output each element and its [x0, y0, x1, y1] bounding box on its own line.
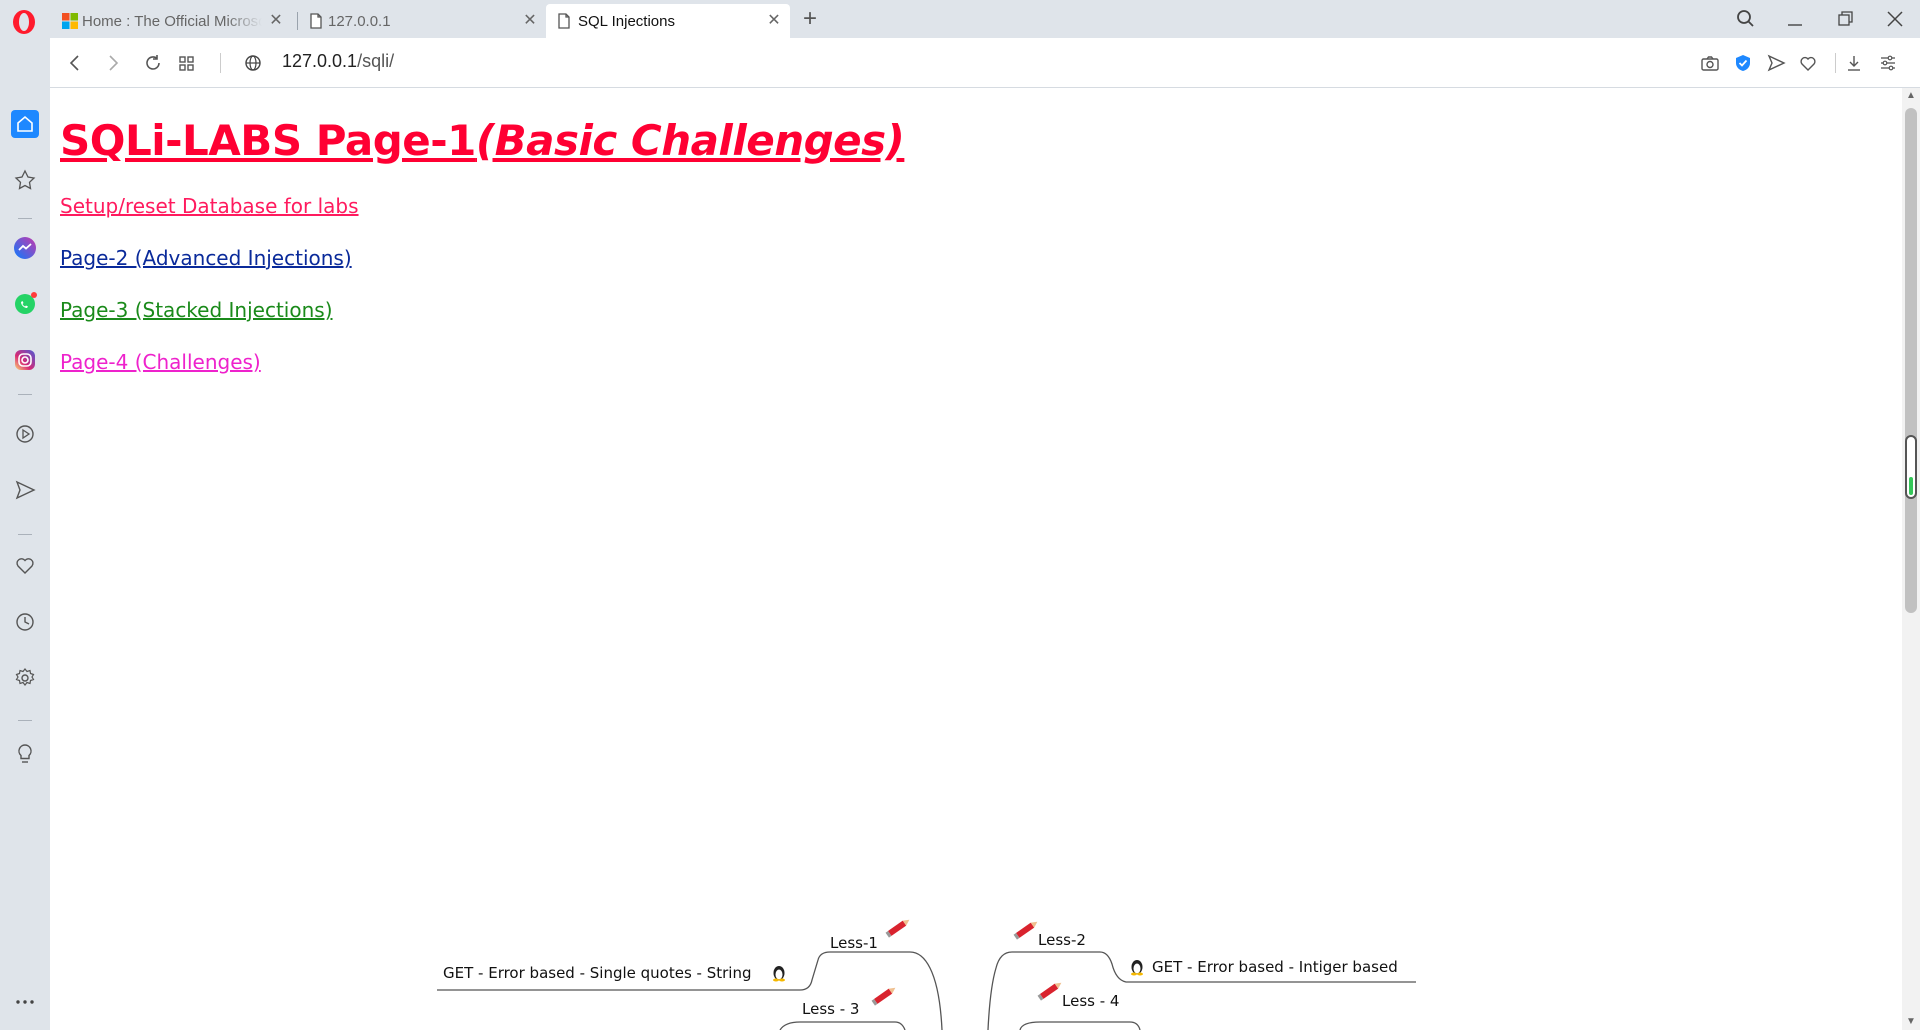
- settings-icon[interactable]: [11, 664, 39, 692]
- document-icon: [558, 13, 570, 29]
- node-less-3-label: Less - 3: [802, 1000, 859, 1018]
- download-icon[interactable]: [1842, 51, 1866, 75]
- tips-lightbulb-icon[interactable]: [11, 740, 39, 768]
- page-4-link[interactable]: Page-4 (Challenges): [60, 350, 261, 374]
- speed-dial-icon[interactable]: [174, 50, 200, 76]
- search-tabs-icon[interactable]: [1730, 6, 1760, 32]
- more-icon[interactable]: [11, 988, 39, 1016]
- tab-sql-injections[interactable]: SQL Injections ✕: [546, 4, 790, 38]
- url-field[interactable]: 127.0.0.1/sqli/: [282, 51, 394, 72]
- microsoft-favicon-icon: [62, 13, 78, 29]
- heart-icon[interactable]: [11, 552, 39, 580]
- mindmap-connector: [987, 951, 1416, 1030]
- close-icon[interactable]: ✕: [268, 13, 284, 29]
- flow-send-icon[interactable]: [1764, 51, 1788, 75]
- reload-icon[interactable]: [140, 50, 166, 76]
- close-icon[interactable]: ✕: [522, 13, 538, 29]
- whatsapp-icon[interactable]: [11, 290, 39, 318]
- page-title-link[interactable]: SQLi-LABS Page-1(Basic Challenges): [60, 116, 905, 165]
- url-host: 127.0.0.1: [282, 51, 358, 71]
- scroll-down-arrow-icon[interactable]: ▼: [1905, 1016, 1917, 1028]
- setup-reset-database-link[interactable]: Setup/reset Database for labs: [60, 194, 359, 218]
- tab-separator: [297, 12, 298, 30]
- pencil-icon: [871, 987, 896, 1006]
- tab-title: 127.0.0.1: [328, 12, 391, 30]
- mindmap-connector: [1019, 1021, 1141, 1030]
- tab-localhost[interactable]: 127.0.0.1 ✕: [302, 4, 546, 38]
- forward-icon[interactable]: [100, 50, 126, 76]
- close-window-icon[interactable]: [1880, 6, 1910, 32]
- tab-title: Home : The Official Microsoft Site: [82, 12, 262, 30]
- page-title-sub: (Basic Challenges): [475, 116, 905, 165]
- vpn-shield-icon[interactable]: [1731, 51, 1755, 75]
- page-content: SQLi-LABS Page-1(Basic Challenges) Setup…: [50, 88, 1902, 1030]
- page-title-main: SQLi-LABS Page-1: [60, 116, 476, 165]
- easy-setup-icon[interactable]: [1876, 51, 1900, 75]
- back-icon[interactable]: [62, 50, 88, 76]
- sidebar-divider: [18, 534, 32, 535]
- heart-icon[interactable]: [1796, 51, 1820, 75]
- history-icon[interactable]: [11, 608, 39, 636]
- minimize-icon[interactable]: [1780, 6, 1810, 32]
- pencil-icon: [1013, 921, 1038, 940]
- pencil-icon: [1037, 982, 1062, 1001]
- scroll-up-arrow-icon[interactable]: ▲: [1905, 90, 1917, 102]
- toolbar-separator: [1835, 53, 1836, 73]
- home-icon[interactable]: [11, 110, 39, 138]
- scroll-position-indicator: [1905, 435, 1917, 499]
- page-3-link[interactable]: Page-3 (Stacked Injections): [60, 298, 333, 322]
- bookmarks-icon[interactable]: [11, 166, 39, 194]
- close-icon[interactable]: ✕: [766, 13, 782, 29]
- new-tab-button[interactable]: +: [797, 6, 823, 32]
- address-separator: [220, 53, 221, 73]
- tab-bar: Home : The Official Microsoft Site ✕ 127…: [0, 0, 1920, 38]
- node-get-error-intiger-label: GET - Error based - Intiger based: [1152, 958, 1398, 976]
- scroll-indicator-fill: [1909, 477, 1913, 495]
- document-icon: [310, 13, 322, 29]
- url-path: /sqli/: [357, 51, 395, 71]
- tab-microsoft[interactable]: Home : The Official Microsoft Site ✕: [56, 4, 292, 38]
- sidebar: [0, 38, 50, 1030]
- mindmap-connector: [779, 1021, 906, 1030]
- sidebar-divider: [18, 218, 32, 219]
- messenger-icon[interactable]: [11, 234, 39, 262]
- node-less-4-label: Less - 4: [1062, 992, 1119, 1010]
- page-2-link[interactable]: Page-2 (Advanced Injections): [60, 246, 352, 270]
- linux-tux-icon: [773, 966, 785, 982]
- linux-tux-icon: [1131, 960, 1143, 976]
- tab-title: SQL Injections: [578, 12, 675, 30]
- lessons-mindmap: Less-1 GET - Error based - Single quotes…: [437, 919, 1416, 1030]
- player-icon[interactable]: [11, 420, 39, 448]
- node-get-error-single-quotes-label: GET - Error based - Single quotes - Stri…: [443, 964, 752, 982]
- instagram-icon[interactable]: [11, 346, 39, 374]
- restore-icon[interactable]: [1830, 6, 1860, 32]
- send-icon[interactable]: [11, 476, 39, 504]
- globe-icon[interactable]: [240, 50, 266, 76]
- sidebar-divider: [18, 394, 32, 395]
- opera-logo-icon[interactable]: [10, 8, 38, 36]
- pencil-icon: [885, 919, 910, 938]
- scrollbar-thumb[interactable]: [1905, 108, 1917, 613]
- node-less-2-label: Less-2: [1038, 931, 1086, 949]
- node-less-1-label: Less-1: [830, 934, 878, 952]
- address-bar: 127.0.0.1/sqli/: [50, 38, 1920, 88]
- sidebar-divider: [18, 720, 32, 721]
- mindmap-connector: [437, 951, 943, 1030]
- vertical-scrollbar[interactable]: ▲ ▼: [1902, 88, 1920, 1030]
- snapshot-icon[interactable]: [1698, 51, 1722, 75]
